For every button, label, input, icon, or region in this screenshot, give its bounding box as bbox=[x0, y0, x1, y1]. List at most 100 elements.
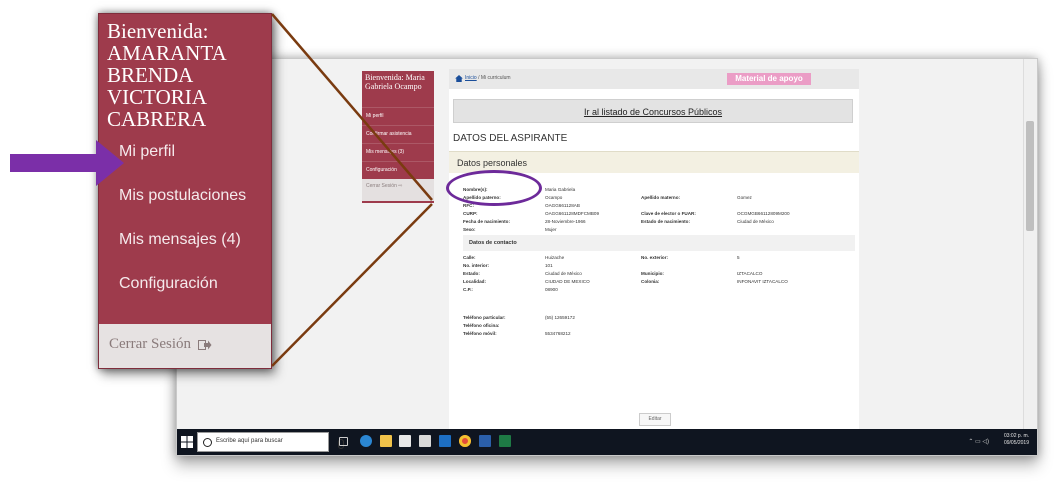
mini-sidebar-item-mi-perfil[interactable]: Mi perfil bbox=[362, 107, 434, 125]
personal-field-label: Sexo: bbox=[463, 226, 476, 232]
taskbar-search-box[interactable]: Escribe aquí para buscar bbox=[197, 432, 344, 452]
contact-field-label: Estado: bbox=[463, 270, 480, 276]
contact-field-label: No. exterior: bbox=[641, 254, 669, 260]
taskbar-search-placeholder: Escribe aquí para buscar bbox=[216, 438, 283, 444]
phone-field-label: Teléfono móvil: bbox=[463, 330, 497, 336]
contact-field-row: C.P.: 08900 bbox=[463, 285, 855, 293]
contact-field-value: 08900 bbox=[545, 286, 558, 292]
windows-taskbar: Escribe aquí para buscar ⌃ ▭ ◁) 03:02 p.… bbox=[177, 429, 1037, 455]
section-title: DATOS DEL ASPIRANTE bbox=[453, 133, 568, 144]
contact-field-value: CIUDAD DE MEXICO bbox=[545, 278, 590, 284]
mini-welcome-text: Bienvenida: Maria Gabriela Ocampo bbox=[365, 73, 425, 91]
personal-field-value: Mujer bbox=[545, 226, 557, 232]
edit-button[interactable]: Editar bbox=[639, 413, 671, 426]
mini-sidebar: Bienvenida: Maria Gabriela Ocampo Mi per… bbox=[362, 71, 434, 203]
zoomed-logout-label: Cerrar Sesión bbox=[109, 336, 192, 352]
outlook-icon[interactable] bbox=[439, 435, 451, 447]
contact-field-label: Localidad: bbox=[463, 278, 486, 284]
taskbar-clock[interactable]: 03:02 p. m. 09/05/2019 bbox=[1004, 433, 1029, 447]
mini-sidebar-item-confirmar-asistencia[interactable]: Confirmar asistencia bbox=[362, 125, 434, 143]
browser-screenshot: Bienvenida: Maria Gabriela Ocampo Mi per… bbox=[176, 58, 1038, 456]
phone-field-value: (55) 12659172 bbox=[545, 314, 575, 320]
excel-icon[interactable] bbox=[499, 435, 511, 447]
breadcrumb-home-link[interactable]: Inicio bbox=[465, 75, 477, 81]
personal-field-label: Clave de elector o FUAR: bbox=[641, 210, 696, 216]
contact-field-label: C.P.: bbox=[463, 286, 473, 292]
windows-start-icon[interactable] bbox=[181, 436, 193, 448]
personal-field-value: Ocampo bbox=[545, 194, 563, 200]
file-explorer-icon[interactable] bbox=[380, 435, 392, 447]
contact-field-label: Colonia: bbox=[641, 278, 660, 284]
personal-field-row: Fecha de nacimiento: 28-Noviembre-1966 Est… bbox=[463, 217, 855, 225]
contact-field-value: IZTACALCO bbox=[737, 270, 763, 276]
personal-fields: Nombre(s): Maria Gabriela Apellido paterno… bbox=[463, 185, 855, 337]
mini-sidebar-item-configuracion[interactable]: Configuración bbox=[362, 161, 434, 179]
mail-icon[interactable] bbox=[419, 435, 431, 447]
zoomed-welcome-text: Bienvenida: AMARANTA BRENDA VICTORIA CAB… bbox=[107, 19, 226, 131]
store-icon[interactable] bbox=[399, 435, 411, 447]
chrome-icon[interactable] bbox=[459, 435, 471, 447]
breadcrumb-bar: Inicio / Mi curriculum Material de apoyo bbox=[449, 69, 859, 89]
zoomed-sidebar: Bienvenida: AMARANTA BRENDA VICTORIA CAB… bbox=[98, 13, 272, 369]
highlight-ellipse bbox=[446, 170, 542, 206]
system-tray-icons[interactable]: ⌃ ▭ ◁) bbox=[968, 438, 989, 445]
phone-field-label: Teléfono particular: bbox=[463, 314, 506, 320]
personal-field-value: OAGG661128MDFCMB09 bbox=[545, 210, 600, 216]
phone-rows: Teléfono particular: (55) 12659172 Teléfon… bbox=[463, 313, 855, 337]
material-de-apoyo-button[interactable]: Material de apoyo bbox=[727, 73, 811, 85]
contact-field-row: No. interior: 101 bbox=[463, 261, 855, 269]
datos-personales-header[interactable]: Datos personales bbox=[449, 151, 859, 173]
concursos-bar: Ir al listado de Concursos Públicos bbox=[453, 99, 853, 123]
logout-icon bbox=[197, 339, 212, 350]
personal-field-value: Maria Gabriela bbox=[545, 186, 576, 192]
mini-logout-button[interactable]: Cerrar Sesión ⇨ bbox=[362, 179, 434, 201]
contact-field-label: Municipio: bbox=[641, 270, 664, 276]
mini-sidebar-item-mis-mensajes[interactable]: Mis mensajes (3) bbox=[362, 143, 434, 161]
contact-field-row: Localidad: CIUDAD DE MEXICO Colonia: INFONA… bbox=[463, 277, 855, 285]
zoomed-sidebar-item-mis-mensajes[interactable]: Mis mensajes (4) bbox=[99, 218, 271, 262]
contact-field-row: Estado: Ciudad de México Municipio: IZTACAL… bbox=[463, 269, 855, 277]
personal-field-row: CURP: OAGG661128MDFCMB09 Clave de elector … bbox=[463, 209, 855, 217]
zoomed-sidebar-item-configuracion[interactable]: Configuración bbox=[99, 262, 271, 306]
personal-field-value: Gomez bbox=[737, 194, 752, 200]
contact-subheading: Datos de contacto bbox=[463, 235, 855, 251]
contact-field-value: Ciudad de México bbox=[545, 270, 582, 276]
phone-field-row: Teléfono particular: (55) 12659172 bbox=[463, 313, 855, 321]
personal-field-label: CURP: bbox=[463, 210, 478, 216]
taskbar-date: 09/05/2019 bbox=[1003, 440, 1029, 446]
scrollbar-thumb[interactable] bbox=[1026, 121, 1034, 231]
zoomed-sidebar-item-mi-perfil[interactable]: Mi perfil bbox=[99, 140, 271, 174]
logout-icon: ⇨ bbox=[398, 183, 403, 189]
phone-field-row: Teléfono móvil: 5534768212 bbox=[463, 329, 855, 337]
personal-field-value: 28-Noviembre-1966 bbox=[545, 218, 586, 224]
main-content: Inicio / Mi curriculum Material de apoyo… bbox=[449, 69, 859, 431]
scrollbar[interactable] bbox=[1023, 59, 1037, 431]
contact-field-value: 5 bbox=[737, 254, 740, 260]
mini-logout-label: Cerrar Sesión bbox=[366, 183, 397, 189]
phone-field-row: Teléfono oficina: bbox=[463, 321, 855, 329]
concursos-link[interactable]: Ir al listado de Concursos Públicos bbox=[584, 107, 722, 117]
home-icon[interactable] bbox=[455, 75, 463, 82]
cortana-icon bbox=[203, 438, 212, 447]
edge-icon[interactable] bbox=[360, 435, 372, 447]
personal-field-value: OCGMGB66112809M200 bbox=[737, 210, 790, 216]
word-icon[interactable] bbox=[479, 435, 491, 447]
personal-field-value: OAGG661128AB bbox=[545, 202, 580, 208]
contact-field-value: Huizache bbox=[545, 254, 565, 260]
contact-rows: Calle: Huizache No. exterior: 5 No. interior… bbox=[463, 253, 855, 293]
contact-field-label: Calle: bbox=[463, 254, 476, 260]
personal-field-label: Fecha de nacimiento: bbox=[463, 218, 510, 224]
taskbar-time: 03:02 p. m. bbox=[1003, 433, 1029, 439]
contact-field-row: Calle: Huizache No. exterior: 5 bbox=[463, 253, 855, 261]
datos-personales-label: Datos personales bbox=[457, 158, 528, 168]
breadcrumb-current: Mi curriculum bbox=[480, 75, 511, 81]
contact-field-value: 101 bbox=[545, 262, 553, 268]
contact-field-label: No. interior: bbox=[463, 262, 490, 268]
task-view-icon[interactable] bbox=[339, 437, 348, 446]
zoomed-logout-button[interactable]: Cerrar Sesión bbox=[99, 324, 271, 368]
personal-field-label: Apellido materno: bbox=[641, 194, 681, 200]
contact-field-value: INFONAVIT IZTACALCO bbox=[737, 278, 788, 284]
zoomed-sidebar-item-mis-postulaciones[interactable]: Mis postulaciones bbox=[99, 174, 271, 218]
personal-field-value: Ciudad de México bbox=[737, 218, 774, 224]
